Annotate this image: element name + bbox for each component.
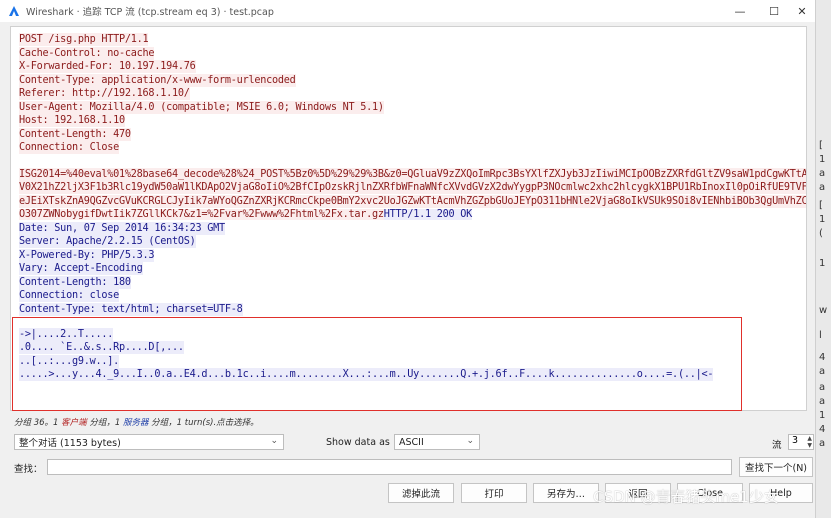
maximize-button[interactable]: ☐ — [757, 0, 791, 22]
request-line: Cache-Control: no-cache — [19, 47, 155, 60]
background-text-fragment: a — [819, 168, 826, 179]
stream-number-spinbox[interactable]: 3 ▲ ▼ — [788, 434, 814, 450]
status-middle: 分组，1 — [86, 418, 123, 428]
payload-line: O307ZWNobygifDwtIik7ZGllKCk7&z1=%2Fvar%2… — [19, 209, 384, 220]
payload-line: V0X21hZ2ljX3F1b3Rlc19ydW50aW1lKDApO2VjaG… — [19, 181, 806, 194]
save-as-button[interactable]: 另存为… — [533, 483, 599, 503]
print-button[interactable]: 打印 — [461, 483, 527, 503]
background-text-fragment: l — [819, 330, 822, 341]
request-line: Content-Length: 470 — [19, 128, 131, 141]
background-text-fragment: [ — [819, 200, 823, 211]
status-server-link[interactable]: 服务器 — [123, 418, 149, 428]
response-line: Vary: Accept-Encoding — [19, 262, 143, 275]
conversation-select-value: 整个对话 (1153 bytes) — [19, 438, 121, 449]
wireshark-fin-icon — [9, 6, 19, 16]
background-text-fragment: a — [819, 396, 826, 407]
background-text-fragment: 1 — [819, 258, 826, 269]
background-text-fragment: 1 — [819, 410, 826, 421]
payload-last-line: O307ZWNobygifDwtIik7ZGllKCk7&z1=%2Fvar%2… — [19, 208, 472, 221]
payload-line: eJEiXTskZnA9QGZvcGVuKCRGLCJyIik7aWYoQGZn… — [19, 195, 806, 208]
background-text-fragment: 1 — [819, 154, 826, 165]
highlight-box — [12, 317, 742, 411]
payload-line: ISG2014=%40eval%01%28base64_decode%28%24… — [19, 168, 806, 181]
stream-label: 流 — [772, 440, 782, 451]
response-status-line: HTTP/1.1 200 OK — [383, 209, 473, 220]
show-data-select[interactable]: ASCII ⌄ — [394, 434, 480, 450]
background-text-fragment: a — [819, 438, 826, 449]
filter-out-button[interactable]: 滤掉此流 — [388, 483, 454, 503]
request-line: Referer: http://192.168.1.10/ — [19, 87, 190, 100]
status-prefix: 分组 36。1 — [14, 418, 62, 428]
request-line: User-Agent: Mozilla/4.0 (compatible; MSI… — [19, 101, 384, 114]
request-line: POST /isg.php HTTP/1.1 — [19, 33, 149, 46]
title-bar: Wireshark · 追踪 TCP 流 (tcp.stream eq 3) ·… — [0, 0, 815, 22]
background-text-fragment: w — [819, 305, 828, 316]
request-line: Connection: Close — [19, 141, 120, 154]
background-text-fragment: a — [819, 182, 826, 193]
show-data-select-value: ASCII — [399, 436, 424, 448]
response-line: X-Powered-By: PHP/5.3.3 — [19, 249, 155, 262]
response-line: Connection: close — [19, 289, 120, 302]
chevron-down-icon: ⌄ — [270, 436, 278, 446]
stream-number-value: 3 — [792, 435, 799, 446]
request-line: Content-Type: application/x-www-form-url… — [19, 74, 296, 87]
background-window-strip: [ 1 a a [ 1 ( 1 w l 4 a a a 1 4 a — [815, 0, 831, 518]
spin-arrows-icon[interactable]: ▲ ▼ — [807, 435, 812, 449]
status-client-link[interactable]: 客户端 — [61, 418, 87, 428]
response-line: Server: Apache/2.2.15 (CentOS) — [19, 235, 196, 248]
csdn-watermark: CSDN @青春猪头me1少女 — [593, 488, 779, 506]
show-data-label: Show data as — [326, 437, 390, 448]
background-text-fragment: a — [819, 382, 826, 393]
minimize-button[interactable]: — — [723, 0, 757, 22]
background-text-fragment: 4 — [819, 352, 826, 363]
follow-stream-window: Wireshark · 追踪 TCP 流 (tcp.stream eq 3) ·… — [0, 0, 815, 518]
request-line: Host: 192.168.1.10 — [19, 114, 125, 127]
response-line: Content-Length: 180 — [19, 276, 131, 289]
find-label: 查找： — [14, 464, 43, 475]
conversation-select[interactable]: 整个对话 (1153 bytes) ⌄ — [14, 434, 284, 450]
background-text-fragment: 1 — [819, 214, 826, 225]
response-line: Content-Type: text/html; charset=UTF-8 — [19, 303, 243, 316]
status-line: 分组 36。1 客户端 分组，1 服务器 分组，1 turn(s).点击选择。 — [14, 416, 259, 428]
chevron-down-icon: ⌄ — [466, 436, 474, 446]
find-input[interactable] — [47, 459, 732, 475]
window-title: Wireshark · 追踪 TCP 流 (tcp.stream eq 3) ·… — [26, 7, 274, 18]
background-text-fragment: ( — [819, 228, 823, 239]
find-next-button[interactable]: 查找下一个(N) — [739, 457, 813, 477]
request-line: X-Forwarded-For: 10.197.194.76 — [19, 60, 196, 73]
response-line: Date: Sun, 07 Sep 2014 16:34:23 GMT — [19, 222, 225, 235]
background-text-fragment: a — [819, 366, 826, 377]
close-window-button[interactable]: ✕ — [789, 0, 815, 22]
status-suffix: 分组，1 turn(s).点击选择。 — [148, 418, 259, 428]
background-text-fragment: 4 — [819, 424, 826, 435]
background-text-fragment: [ — [819, 140, 823, 151]
